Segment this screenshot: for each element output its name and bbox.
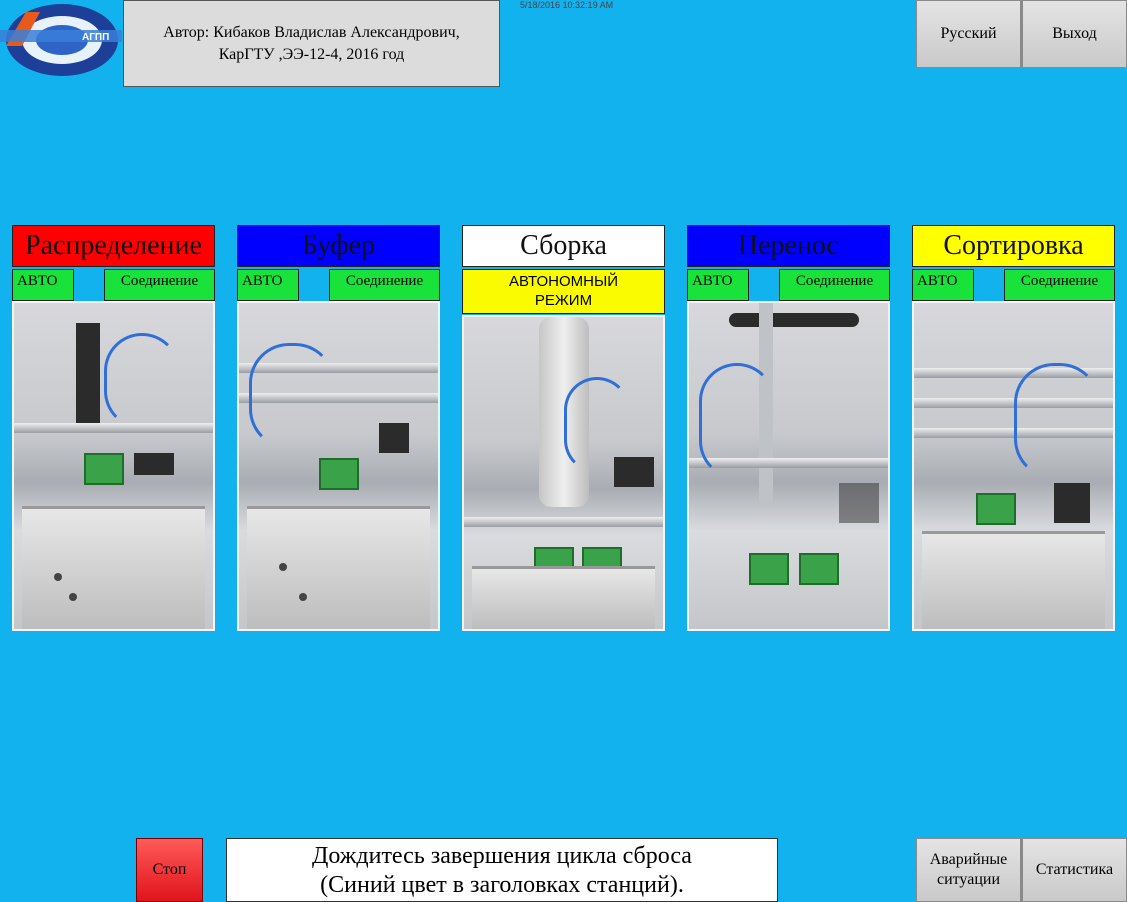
statistics-button[interactable]: Статистика: [1022, 838, 1127, 902]
station-sorting: Сортировка АВТО Соединение: [912, 225, 1115, 631]
message-line: (Синий цвет в заголовках станций).: [320, 872, 684, 898]
station-distribution: Распределение АВТО Соединение: [12, 225, 215, 631]
station-photo: [237, 301, 440, 631]
message-line: Дождитесь завершения цикла сброса: [312, 843, 692, 869]
connection-tag[interactable]: Соединение: [1004, 269, 1115, 301]
auto-mode-tag[interactable]: АВТО: [237, 269, 299, 301]
auto-mode-tag[interactable]: АВТО: [912, 269, 974, 301]
exit-button[interactable]: Выход: [1022, 0, 1127, 68]
connection-tag[interactable]: Соединение: [329, 269, 440, 301]
station-photo: [687, 301, 890, 631]
stop-button[interactable]: Стоп: [136, 838, 203, 902]
station-transfer: Перенос АВТО Соединение: [687, 225, 890, 631]
standalone-mode-tag[interactable]: АВТОНОМНЫЙ РЕЖИМ: [462, 269, 665, 314]
connection-tag[interactable]: Соединение: [779, 269, 890, 301]
logo: АГПП: [0, 0, 122, 80]
author-name: Автор: Кибаков Владислав Александрович,: [163, 23, 460, 41]
author-info: Автор: Кибаков Владислав Александрович, …: [123, 0, 500, 87]
station-title[interactable]: Сборка: [462, 225, 665, 267]
station-title[interactable]: Распределение: [12, 225, 215, 267]
alarms-button[interactable]: Аварийные ситуации: [916, 838, 1021, 902]
station-title[interactable]: Перенос: [687, 225, 890, 267]
author-group: КарГТУ ,ЭЭ-12-4, 2016 год: [218, 45, 405, 63]
timestamp: 5/18/2016 10:32:19 AM: [520, 0, 614, 10]
language-button[interactable]: Русский: [916, 0, 1021, 68]
station-title[interactable]: Буфер: [237, 225, 440, 267]
svg-text:АГПП: АГПП: [82, 32, 109, 43]
station-photo: [462, 315, 665, 631]
auto-mode-tag[interactable]: АВТО: [12, 269, 74, 301]
station-assembly: Сборка АВТОНОМНЫЙ РЕЖИМ: [462, 225, 665, 631]
station-photo: [12, 301, 215, 631]
station-title[interactable]: Сортировка: [912, 225, 1115, 267]
connection-tag[interactable]: Соединение: [104, 269, 215, 301]
station-photo: [912, 301, 1115, 631]
auto-mode-tag[interactable]: АВТО: [687, 269, 749, 301]
station-buffer: Буфер АВТО Соединение: [237, 225, 440, 631]
status-message: Дождитесь завершения цикла сброса (Синий…: [226, 838, 778, 902]
